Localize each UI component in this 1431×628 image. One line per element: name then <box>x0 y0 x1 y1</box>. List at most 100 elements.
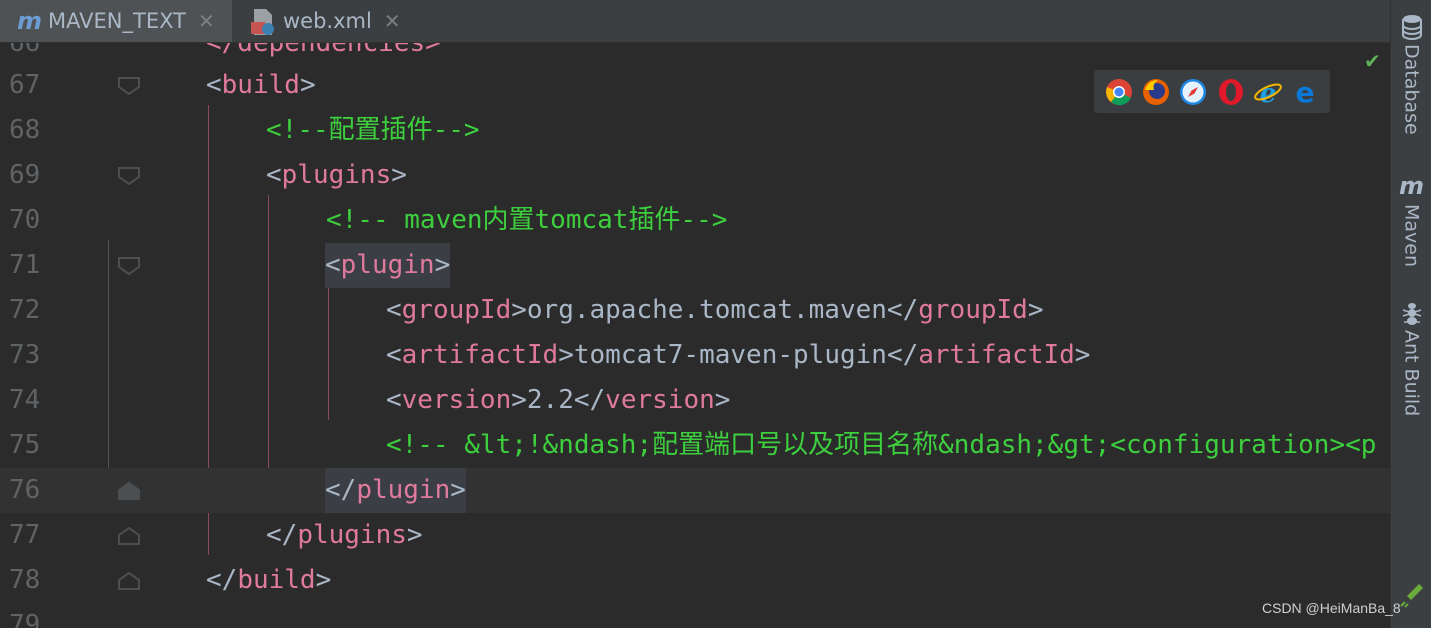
tag-name: build <box>221 70 300 100</box>
tag-value: org.apache.tomcat.maven <box>526 295 887 325</box>
tag-bracket: < <box>386 295 402 325</box>
maven-m-icon: m <box>17 7 43 35</box>
tag-name: plugins <box>297 520 407 550</box>
tag-bracket: > <box>511 385 527 415</box>
tag-bracket: > <box>558 340 574 370</box>
code-editor[interactable]: 66 </dependencies> 67 <build> 68 <!--配置插… <box>0 43 1390 628</box>
edge-icon[interactable]: e <box>1291 76 1319 109</box>
code-line: 70 <!-- maven内置tomcat插件--> <box>0 198 1390 243</box>
tool-window-label: Maven <box>1400 204 1423 268</box>
svg-text:e: e <box>1296 78 1315 106</box>
tool-window-label: Ant Build <box>1400 330 1423 417</box>
tag-bracket: </ <box>573 385 606 415</box>
tag-name: plugin <box>340 250 435 280</box>
svg-text:e: e <box>1260 79 1277 106</box>
tag-bracket: < <box>266 160 282 190</box>
tool-window-ant-build[interactable]: Ant Build <box>1391 300 1431 416</box>
tag-bracket: > <box>434 250 451 280</box>
tag-bracket: </ <box>325 475 357 505</box>
chrome-icon[interactable] <box>1105 78 1133 106</box>
safari-icon[interactable] <box>1179 78 1207 106</box>
fold-end-icon[interactable] <box>118 482 140 500</box>
line-number: 75 <box>9 430 41 460</box>
tag-bracket: > <box>511 295 527 325</box>
tag-bracket: < <box>206 70 222 100</box>
ie-icon[interactable]: e <box>1254 78 1282 109</box>
code-line: 69 <plugins> <box>0 153 1390 198</box>
line-number: 79 <box>9 610 41 628</box>
tag-name: version <box>401 385 512 415</box>
opera-icon[interactable] <box>1217 78 1245 106</box>
tag-value: tomcat7-maven-plugin <box>573 340 887 370</box>
fold-end-icon[interactable] <box>118 527 140 545</box>
line-number: 70 <box>9 205 41 235</box>
tool-window-maven[interactable]: m Maven <box>1391 172 1431 267</box>
tag-bracket: > <box>391 160 407 190</box>
right-tool-window-bar: Database m Maven Ant Build <box>1390 0 1431 628</box>
fold-end-icon[interactable] <box>118 572 140 590</box>
current-code-line: 76 </plugin> <box>0 468 1390 513</box>
tag-bracket: > <box>1074 340 1091 370</box>
close-icon[interactable]: ✕ <box>384 9 401 33</box>
fold-icon[interactable] <box>118 167 140 185</box>
inspection-ok-icon[interactable]: ✔ <box>1364 49 1381 73</box>
tag-bracket: > <box>1027 295 1044 325</box>
code-line: 79 <box>0 603 1390 628</box>
tag-bracket: > <box>315 565 332 595</box>
tab-web-xml[interactable]: web.xml ✕ <box>233 0 407 42</box>
tag-bracket: </ <box>206 565 238 595</box>
tag-bracket: </ <box>886 295 919 325</box>
tag-bracket: </ <box>886 340 919 370</box>
matched-tag: </plugin> <box>325 468 466 513</box>
tag-bracket: > <box>714 385 731 415</box>
tag-bracket: < <box>386 340 402 370</box>
tag-name: build <box>237 565 316 595</box>
code-line: 73 <artifactId>tomcat7-maven-plugin</art… <box>0 333 1390 378</box>
watermark-text: CSDN @HeiManBa_8 <box>1262 600 1401 616</box>
line-number: 74 <box>9 385 41 415</box>
tag-bracket: < <box>386 385 402 415</box>
code-line: 68 <!--配置插件--> <box>0 108 1390 153</box>
code-line: 75 <!-- &lt;!&ndash;配置端口号以及项目名称&ndash;&g… <box>0 423 1390 468</box>
tool-window-database[interactable]: Database <box>1391 14 1431 135</box>
tab-maven-text[interactable]: m MAVEN_TEXT ✕ <box>0 0 232 42</box>
xml-comment: <!--配置插件--> <box>266 115 480 145</box>
line-number: 67 <box>9 70 41 100</box>
tag-name: groupId <box>401 295 512 325</box>
fold-icon[interactable] <box>118 77 140 95</box>
tag-name: plugin <box>356 475 451 505</box>
tool-window-label: Database <box>1400 44 1423 135</box>
code-line: 74 <version>2.2</version> <box>0 378 1390 423</box>
code-line: 77 </plugins> <box>0 513 1390 558</box>
tag-bracket: </ <box>266 520 298 550</box>
tag-name: version <box>605 385 715 415</box>
tag-name: artifactId <box>401 340 559 370</box>
line-number: 69 <box>9 160 41 190</box>
editor-tab-bar: m MAVEN_TEXT ✕ web.xml ✕ <box>0 0 1390 43</box>
code-line: 78 </build> <box>0 558 1390 603</box>
ant-icon <box>1402 303 1421 325</box>
tag-bracket: > <box>406 520 423 550</box>
tag-name: artifactId <box>918 340 1075 370</box>
firefox-icon[interactable] <box>1142 78 1170 106</box>
rocket-icon[interactable] <box>1399 582 1425 608</box>
line-number: 77 <box>9 520 41 550</box>
line-number: 73 <box>9 340 41 370</box>
xml-comment: <!-- maven内置tomcat插件--> <box>326 205 728 235</box>
fold-icon[interactable] <box>118 257 140 275</box>
code-line: 72 <groupId>org.apache.tomcat.maven</gro… <box>0 288 1390 333</box>
tag-name: plugins <box>281 160 392 190</box>
line-number: 72 <box>9 295 41 325</box>
line-number: 68 <box>9 115 41 145</box>
database-icon <box>1401 15 1422 40</box>
open-in-browser-toolbar: e e <box>1094 70 1330 113</box>
line-number: 78 <box>9 565 41 595</box>
code-line: 71 <plugin> <box>0 243 1390 288</box>
tag-bracket: > <box>299 70 316 100</box>
xml-comment: <!-- &lt;!&ndash;配置端口号以及项目名称&ndash;&gt;<… <box>386 430 1377 460</box>
tag-bracket: < <box>325 250 341 280</box>
matched-tag: <plugin> <box>325 243 451 288</box>
tag-name: groupId <box>918 295 1028 325</box>
xml-file-icon <box>251 8 275 35</box>
close-icon[interactable]: ✕ <box>198 9 215 33</box>
